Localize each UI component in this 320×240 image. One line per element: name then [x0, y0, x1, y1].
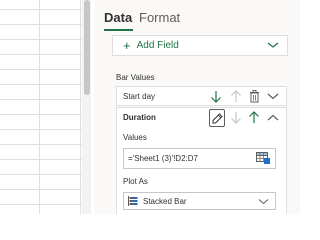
field-row-start-day[interactable]: Start day: [116, 86, 287, 106]
edit-field-button[interactable]: [209, 109, 225, 127]
values-label: Values: [123, 133, 147, 142]
values-range-input[interactable]: ='Sheet1 (3)'!D2:D7: [123, 148, 276, 169]
chevron-down-icon[interactable]: [267, 91, 279, 101]
plot-as-label: Plot As: [123, 177, 148, 186]
arrow-up-icon[interactable]: [248, 111, 260, 124]
arrow-up-icon[interactable]: [230, 90, 242, 103]
spreadsheet-grid[interactable]: [0, 0, 82, 214]
field-label-start-day: Start day: [123, 92, 156, 101]
trash-icon[interactable]: [249, 90, 260, 103]
arrow-down-icon[interactable]: [210, 90, 222, 103]
vertical-scrollbar-thumb[interactable]: [84, 0, 90, 95]
chevron-down-icon: [258, 199, 269, 205]
tab-data[interactable]: Data: [104, 10, 132, 26]
add-field-label: Add Field: [136, 40, 179, 51]
chevron-up-icon[interactable]: [267, 113, 279, 123]
stacked-bar-icon: [128, 196, 138, 206]
add-field-button[interactable]: + Add Field: [112, 35, 288, 56]
bar-values-heading: Bar Values: [116, 73, 155, 82]
active-tab-indicator: [104, 29, 133, 31]
plot-as-value: Stacked Bar: [143, 196, 187, 206]
field-label-duration: Duration: [123, 113, 156, 122]
plot-as-dropdown[interactable]: Stacked Bar: [123, 192, 276, 210]
pencil-icon: [212, 112, 223, 123]
arrow-down-icon[interactable]: [230, 111, 242, 124]
tab-format[interactable]: Format: [139, 10, 180, 26]
chevron-down-icon: [267, 42, 279, 48]
range-select-icon[interactable]: [256, 152, 271, 165]
plus-icon: +: [123, 38, 131, 53]
field-card-duration: Duration Values ='Sheet1 (3)'!D2:D7 Plot…: [116, 107, 287, 214]
values-range-text: ='Sheet1 (3)'!D2:D7: [128, 154, 198, 163]
